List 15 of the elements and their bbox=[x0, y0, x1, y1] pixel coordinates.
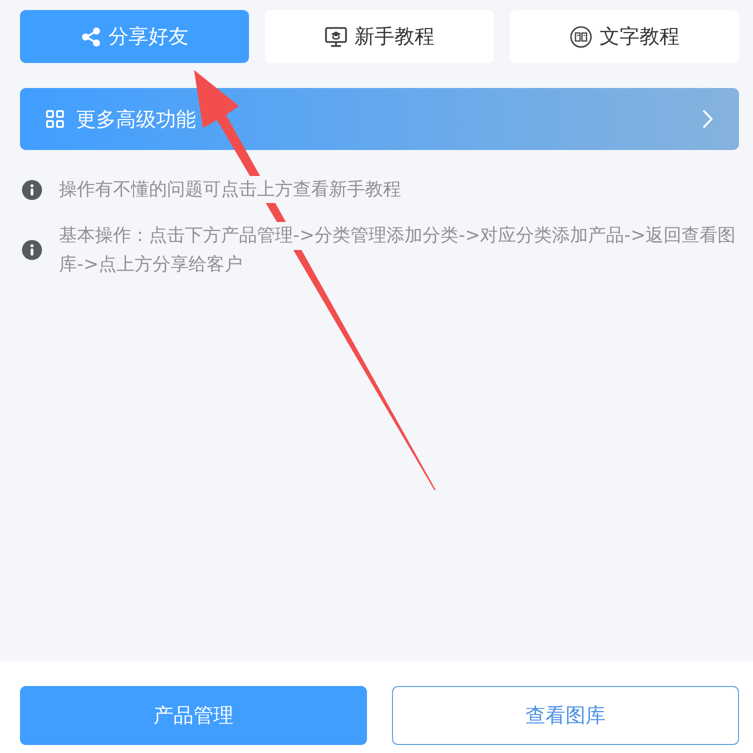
tip-text: 操作有不懂的问题可点击上方查看新手教程 bbox=[59, 178, 401, 202]
monitor-icon bbox=[324, 26, 346, 46]
tip-text: 基本操作：点击下方产品管理->分类管理添加分类->对应分类添加产品->返回查看图库->点上方分享给客户 bbox=[59, 224, 737, 277]
share-icon bbox=[80, 26, 100, 46]
grid-icon bbox=[46, 110, 64, 128]
chevron-right-icon bbox=[702, 109, 713, 129]
more-features-banner[interactable]: 更多高级功能 bbox=[20, 88, 739, 150]
info-icon bbox=[22, 180, 42, 200]
info-icon bbox=[22, 240, 42, 260]
product-management-button[interactable]: 产品管理 bbox=[20, 686, 367, 745]
book-icon bbox=[570, 26, 592, 48]
view-gallery-button[interactable]: 查看图库 bbox=[392, 686, 739, 745]
video-tutorial-button[interactable]: 新手教程 bbox=[265, 10, 494, 63]
share-button[interactable]: 分享好友 bbox=[20, 10, 249, 63]
text-tutorial-button[interactable]: 文字教程 bbox=[510, 10, 739, 63]
